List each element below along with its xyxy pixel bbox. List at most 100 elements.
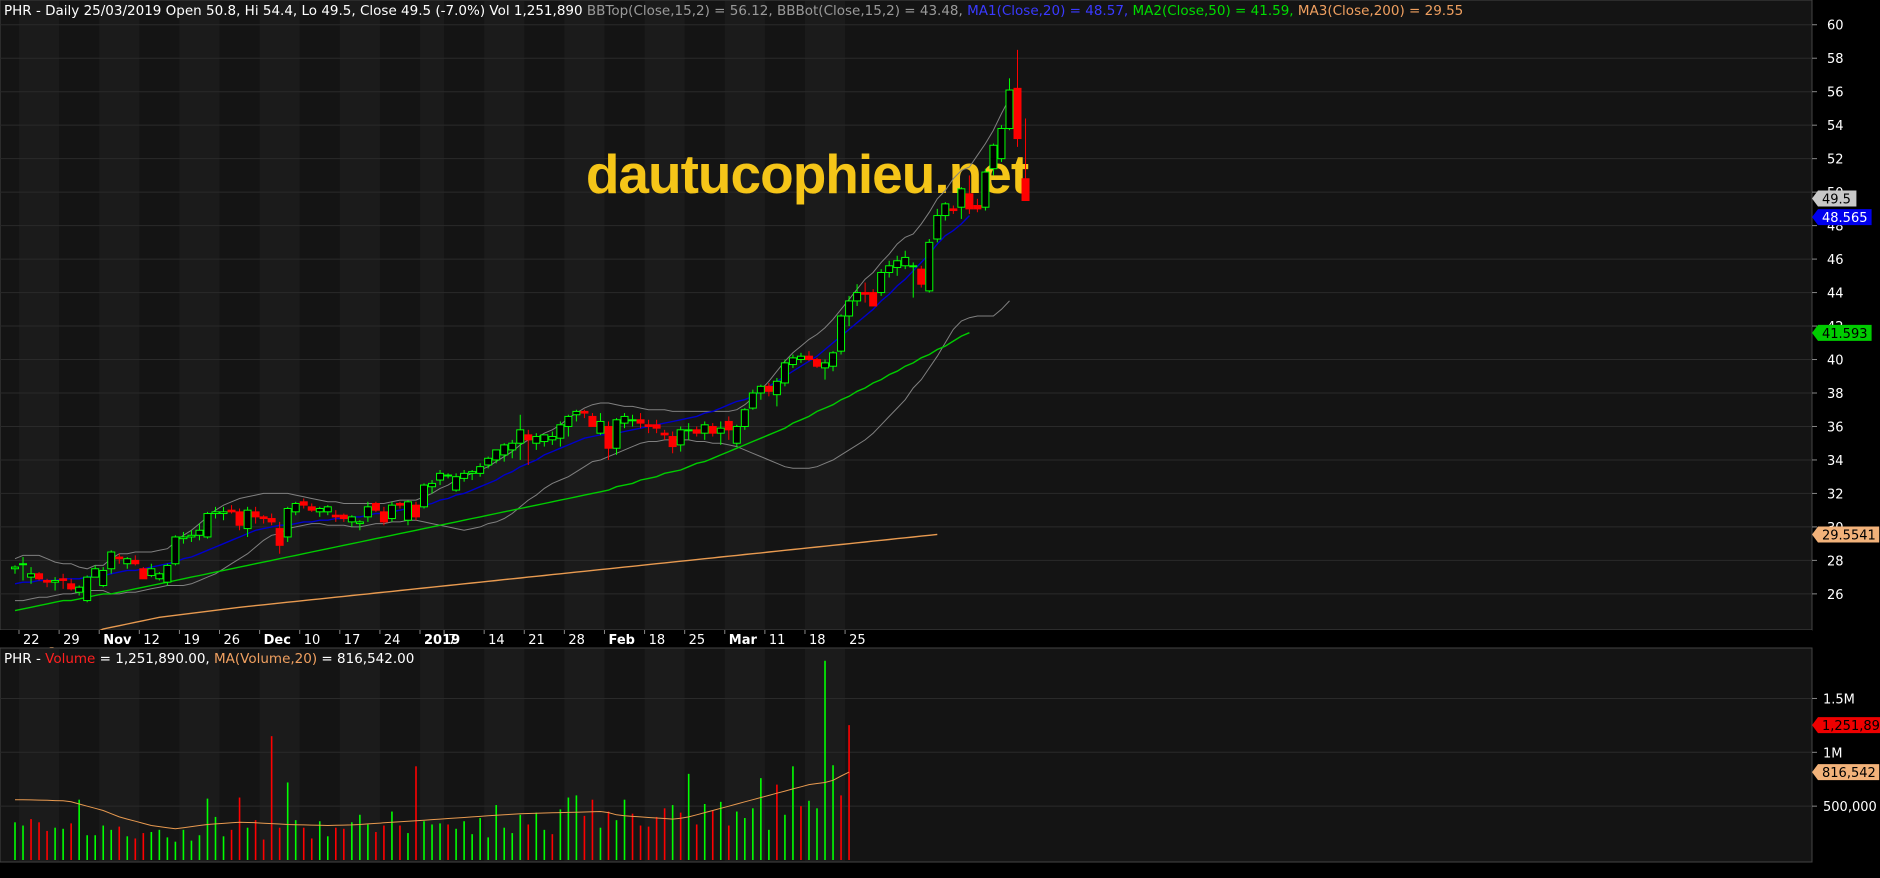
candle-body [933,215,942,240]
date-axis[interactable]: 22 29 Nov 12 19 26 Dec 10 17 24 20197 14 21 28 Feb 18 25… [0,630,1812,648]
candle-body [371,502,380,511]
candle-body [35,573,44,580]
candle-body [861,292,870,295]
candle-body [492,449,501,461]
stock-chart: dautucophieu.net PHR - Daily 25/03/2019 … [0,0,1880,878]
date-label: 10 [304,633,321,648]
candle-body [748,392,757,409]
candle-body [604,425,613,449]
price-tick-label: 34 [1827,454,1844,469]
candle-body [708,425,717,434]
candle-body [628,419,637,422]
date-label: 22 [23,633,40,648]
candle-body [115,556,124,560]
candle-body [869,292,878,307]
candle-body [813,359,821,367]
candle-body [219,511,228,515]
tag-label: 1,251,890 [1822,719,1880,734]
candle-body [75,586,84,593]
candle-body [67,583,76,590]
candle-body [83,576,92,602]
candle-body [636,419,645,424]
candle-body [43,579,52,583]
header-bbtop: BBTop(Close,15,2) = 56.12, [587,3,773,19]
candle-body [251,511,260,518]
candle-body [436,472,445,481]
candle-body [267,518,276,523]
candle-body [724,420,733,431]
candle-up [748,389,757,410]
candle-body [1021,178,1030,202]
price-tick-label: 44 [1827,287,1844,302]
candle-up [387,501,396,522]
price-header: PHR - Daily 25/03/2019 Open 50.8, Hi 54.… [4,3,1463,19]
candle-body [123,558,132,565]
candle-body [139,568,148,580]
date-label: 25 [689,633,706,648]
candle-down [371,501,380,512]
vol-header-value: = 1,251,890.00, [95,651,214,667]
week-stripe [339,1,380,629]
candle-body [997,128,1006,160]
candle-body [275,528,284,546]
volume-tick-label: 1.5M [1823,692,1855,707]
candle-body [171,536,180,565]
candle-body [564,415,573,427]
price-tick-label: 40 [1827,354,1844,369]
candle-body [331,514,340,518]
candle-body [572,410,581,416]
candle-body [107,551,116,570]
candle-body [19,563,28,566]
candle-body [732,425,741,444]
candle-body [612,419,621,449]
date-label: Dec [264,633,291,648]
candle-body [644,424,653,427]
candle-body [291,502,300,513]
header-ma1: MA1(Close,20) = 48.57, [967,3,1128,19]
price-tick-label: 26 [1827,588,1844,603]
candle-up [925,239,934,293]
candle-down [35,572,44,581]
candle-body [652,424,661,429]
candle-body [532,436,541,444]
candle-up [171,535,180,566]
date-label: 12 [143,633,160,648]
candle-body [660,432,669,436]
candle-body [925,241,934,292]
candle-down [813,357,821,368]
price-tick-label: 58 [1827,52,1844,67]
candle-body [524,434,533,441]
candle-body [796,355,805,361]
candle-body [877,271,886,294]
candle-body [620,415,629,424]
date-label: 18 [649,633,666,648]
candle-body [420,484,429,508]
week-stripe [724,1,765,629]
date-labels: 22 29 Nov 12 19 26 Dec 10 17 24 20197 14 21 28 Feb 18 25… [18,630,866,648]
candle-up [155,572,164,581]
candle-body [668,436,677,448]
volume-panel[interactable]: PHR - Volume = 1,251,890.00, MA(Volume,2… [0,647,1813,863]
candle-body [821,362,830,369]
candle-up [837,314,846,355]
candle-body [1005,89,1014,130]
tag-label: 49.5 [1822,193,1851,208]
ma3-value-tag: 29.5541 [1812,526,1880,543]
candle-body [211,511,220,515]
candle-body [395,502,404,506]
candle-body [460,472,469,479]
candle-body [27,573,36,578]
date-label: 17 [344,633,361,648]
date-label: 26 [224,633,241,648]
price-panel[interactable]: dautucophieu.net PHR - Daily 25/03/2019 … [0,0,1813,662]
vol-header-volume: Volume [45,651,95,667]
price-tick-label: 32 [1827,487,1844,502]
candle-body [131,559,140,565]
date-label: Nov [103,633,132,648]
candle-body [403,501,412,521]
week-stripe [484,1,525,629]
candle-body [580,410,589,414]
close-value-tag: 49.5 [1812,190,1857,208]
candle-up [981,168,990,211]
candle-body [179,536,188,540]
